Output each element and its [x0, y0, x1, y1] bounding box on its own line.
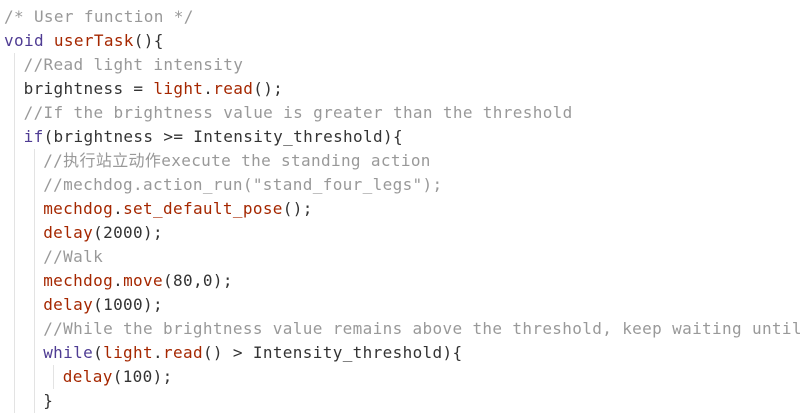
code-line[interactable]: /* User function */	[4, 5, 194, 29]
code-token-keyword: while	[43, 343, 94, 362]
code-token-comment: //执行站立动作execute the standing action	[43, 151, 431, 170]
code-token-obj: mechdog	[43, 271, 114, 290]
code-editor[interactable]: /* User function */ void userTask(){ //Rea…	[0, 0, 803, 416]
code-token-plain: ();	[282, 199, 313, 218]
code-token-obj: mechdog	[43, 199, 114, 218]
code-token-plain: .	[153, 343, 163, 362]
code-token-plain: (	[93, 343, 104, 362]
code-token-func: delay	[62, 367, 113, 386]
code-line[interactable]: //If the brightness value is greater tha…	[24, 101, 573, 125]
code-line[interactable]: while(light.read() > Intensity_threshold…	[43, 341, 462, 365]
code-token-plain: brightness =	[23, 79, 154, 98]
code-line[interactable]: //执行站立动作execute the standing action	[43, 149, 431, 173]
code-token-keyword: void	[4, 31, 54, 50]
code-line[interactable]: mechdog.move(80,0);	[43, 269, 233, 293]
code-line[interactable]: brightness = light.read();	[24, 77, 284, 101]
code-token-func: move	[123, 271, 163, 290]
code-line[interactable]: delay(2000);	[43, 221, 163, 245]
code-line[interactable]: //Read light intensity	[24, 53, 244, 77]
code-line[interactable]: if(brightness >= Intensity_threshold){	[24, 125, 403, 149]
code-token-comment: /* User function */	[4, 7, 194, 26]
code-line[interactable]: //While the brightness value remains abo…	[43, 317, 802, 341]
code-token-obj: light	[153, 79, 204, 98]
code-token-plain: (100);	[112, 367, 173, 386]
code-line[interactable]: delay(1000);	[43, 293, 163, 317]
code-token-plain: }	[43, 391, 54, 410]
code-token-comment: //While the brightness value remains abo…	[43, 319, 802, 338]
code-token-plain: .	[113, 271, 124, 290]
indent-guide	[53, 365, 55, 389]
indent-guide	[33, 149, 35, 413]
code-token-obj: light	[103, 343, 154, 362]
code-token-func: read	[163, 343, 203, 362]
code-token-comment: //mechdog.action_run("stand_four_legs");	[43, 175, 443, 194]
code-token-plain: (1000);	[93, 295, 163, 314]
code-token-func: delay	[43, 295, 94, 314]
code-token-plain: (2000);	[93, 223, 163, 242]
code-token-plain: (80,0);	[163, 271, 233, 290]
code-token-comment: //Walk	[43, 247, 104, 266]
code-token-plain: () > Intensity_threshold){	[202, 343, 463, 362]
code-token-plain: (brightness >= Intensity_threshold){	[43, 127, 403, 146]
code-token-func: delay	[43, 223, 94, 242]
code-line[interactable]: //mechdog.action_run("stand_four_legs");	[43, 173, 442, 197]
code-token-func: userTask	[53, 31, 134, 50]
code-token-plain: (){	[133, 31, 164, 50]
code-token-func: read	[213, 79, 254, 98]
indent-guide	[14, 53, 15, 413]
code-token-plain: ();	[253, 79, 284, 98]
code-token-keyword: if	[23, 127, 44, 146]
code-token-plain: .	[203, 79, 214, 98]
code-token-func: set_default_pose	[123, 199, 283, 218]
code-line[interactable]: void userTask(){	[4, 29, 164, 53]
code-line[interactable]: }	[43, 389, 53, 413]
code-token-plain: .	[113, 199, 124, 218]
code-line[interactable]: //Walk	[43, 245, 103, 269]
code-token-comment: //If the brightness value is greater tha…	[23, 103, 573, 122]
code-line[interactable]: delay(100);	[63, 365, 173, 389]
code-line[interactable]: mechdog.set_default_pose();	[43, 197, 313, 221]
code-token-comment: //Read light intensity	[23, 55, 244, 74]
